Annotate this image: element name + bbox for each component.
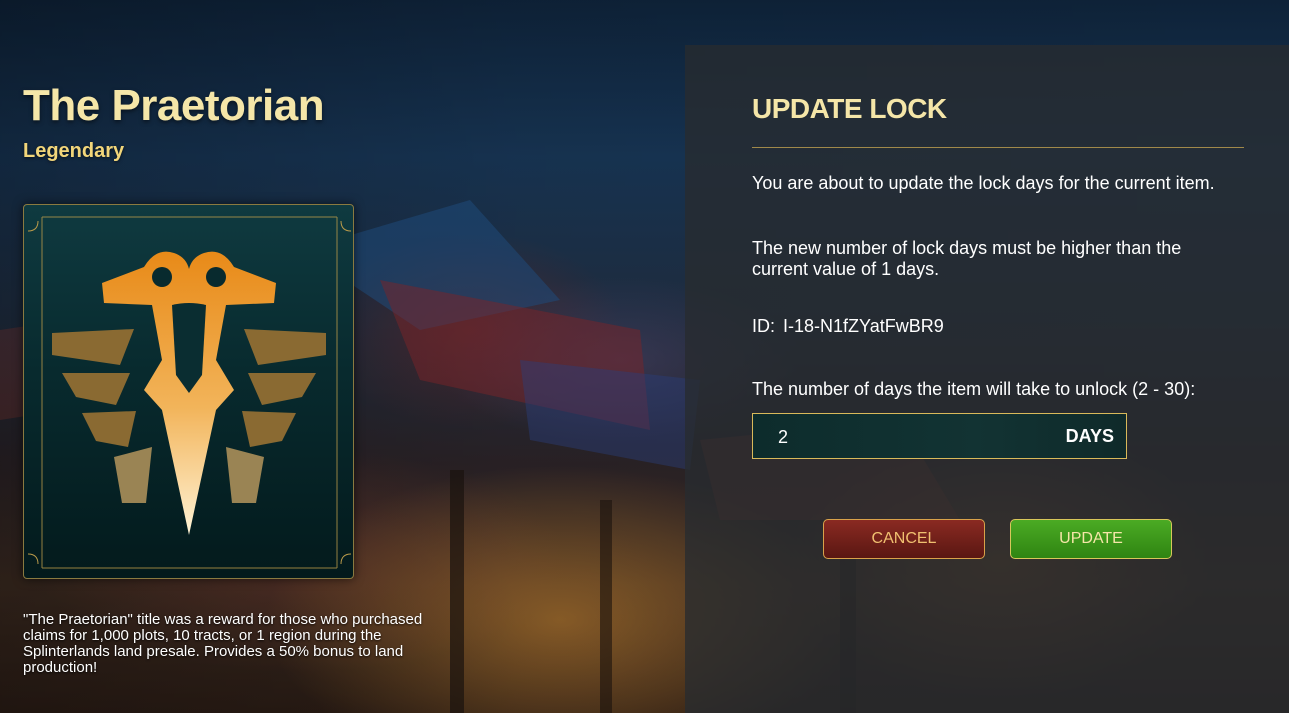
divider bbox=[752, 147, 1244, 148]
item-card bbox=[23, 204, 354, 579]
days-unit-label: DAYS bbox=[1065, 426, 1114, 446]
update-button[interactable]: UPDATE bbox=[1010, 519, 1172, 559]
item-id-line: ID: I-18-N1fZYatFwBR9 bbox=[752, 316, 1242, 337]
update-lock-dialog: UPDATE LOCK You are about to update the … bbox=[685, 45, 1289, 713]
cancel-button[interactable]: CANCEL bbox=[823, 519, 985, 559]
lock-days-value[interactable]: 2 bbox=[778, 427, 788, 448]
item-id-label: ID: bbox=[752, 316, 776, 336]
days-input-label: The number of days the item will take to… bbox=[752, 379, 1196, 399]
item-description: "The Praetorian" title was a reward for … bbox=[23, 611, 423, 676]
dialog-title: UPDATE LOCK bbox=[752, 93, 947, 124]
intro-text: You are about to update the lock days fo… bbox=[752, 173, 1215, 193]
lock-rule-text: The new number of lock days must be high… bbox=[752, 238, 1182, 279]
item-id-value: I-18-N1fZYatFwBR9 bbox=[783, 316, 944, 336]
praetorian-eagle-icon bbox=[27, 216, 352, 569]
item-details: The Praetorian Legendary "The Praetorian… bbox=[0, 0, 680, 713]
item-title: The Praetorian bbox=[23, 81, 325, 130]
lock-days-input[interactable]: 2 DAYS bbox=[752, 413, 1127, 459]
item-rarity: Legendary bbox=[23, 140, 125, 162]
